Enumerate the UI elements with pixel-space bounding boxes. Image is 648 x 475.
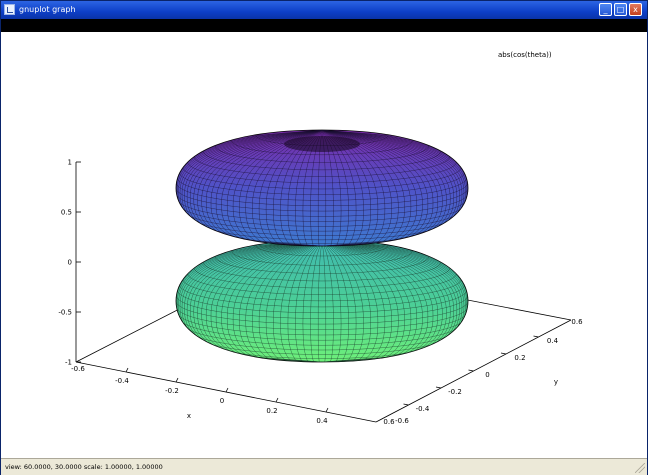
x-tick-label: -0.2	[165, 387, 179, 395]
y-tick-mark	[533, 335, 539, 338]
toolbar-strip	[1, 19, 647, 32]
gnuplot-window: gnuplot graph _ □ x -1 -0.5 0 0.5 1 -0.4…	[0, 0, 648, 475]
y-axis-label: y	[554, 378, 558, 386]
minimize-button[interactable]: _	[599, 3, 612, 16]
y-tick-mark	[500, 352, 507, 355]
plot-area[interactable]: -1 -0.5 0 0.5 1 -0.4 -0.2 0 0.2 0.4 -0.6 0.6 x -0.4 -0…	[1, 32, 647, 458]
y-corner-label-end: 0.6	[571, 318, 583, 326]
x-tick-label: -0.4	[115, 377, 129, 385]
y-tick-label: -0.4	[416, 405, 430, 413]
gnuplot-app-icon[interactable]	[4, 4, 15, 15]
y-tick-label: -0.2	[448, 388, 462, 396]
resize-grip[interactable]	[635, 463, 645, 473]
x-tick-mark	[225, 387, 229, 393]
x-tick-mark	[125, 367, 129, 373]
y-tick-mark	[435, 386, 442, 389]
y-tick-label: 0.4	[547, 337, 559, 345]
status-text: view: 60.0000, 30.0000 scale: 1.00000, 1…	[5, 463, 163, 471]
x-tick-mark	[275, 397, 279, 403]
x-axis-label: x	[187, 412, 191, 420]
z-tick-label: -0.5	[58, 309, 72, 317]
y-tick-mark	[468, 369, 474, 372]
window-title: gnuplot graph	[19, 5, 76, 14]
x-tick-mark	[325, 407, 329, 413]
legend-key: abs(cos(theta))	[498, 51, 552, 59]
y-tick-label: 0.2	[514, 354, 525, 362]
surface-plot[interactable]: -1-0.500.51-0.4-0.200.20.4-0.60.6x-0.4-0…	[1, 32, 647, 458]
lower-lobe	[175, 239, 469, 363]
z-tick-label: 1	[68, 159, 72, 167]
y-tick-mark	[403, 403, 409, 406]
maximize-button[interactable]: □	[614, 3, 627, 16]
upper-lobe	[175, 129, 469, 247]
y-corner-label-start: -0.6	[395, 417, 409, 425]
x-tick-label: 0.2	[266, 407, 277, 415]
z-tick-label: 0	[68, 259, 72, 267]
x-tick-label: 0.4	[316, 417, 328, 425]
x-tick-mark	[175, 377, 179, 383]
status-bar: view: 60.0000, 30.0000 scale: 1.00000, 1…	[1, 458, 647, 475]
x-corner-label-start: -0.6	[71, 365, 85, 373]
pole-dark-region	[284, 136, 360, 152]
y-tick-label: 0	[485, 371, 489, 379]
z-tick-label: 0.5	[61, 209, 72, 217]
close-button[interactable]: x	[629, 3, 642, 16]
x-tick-label: 0	[220, 397, 224, 405]
title-bar[interactable]: gnuplot graph _ □ x	[1, 1, 647, 19]
x-corner-label-end: 0.6	[383, 418, 395, 426]
